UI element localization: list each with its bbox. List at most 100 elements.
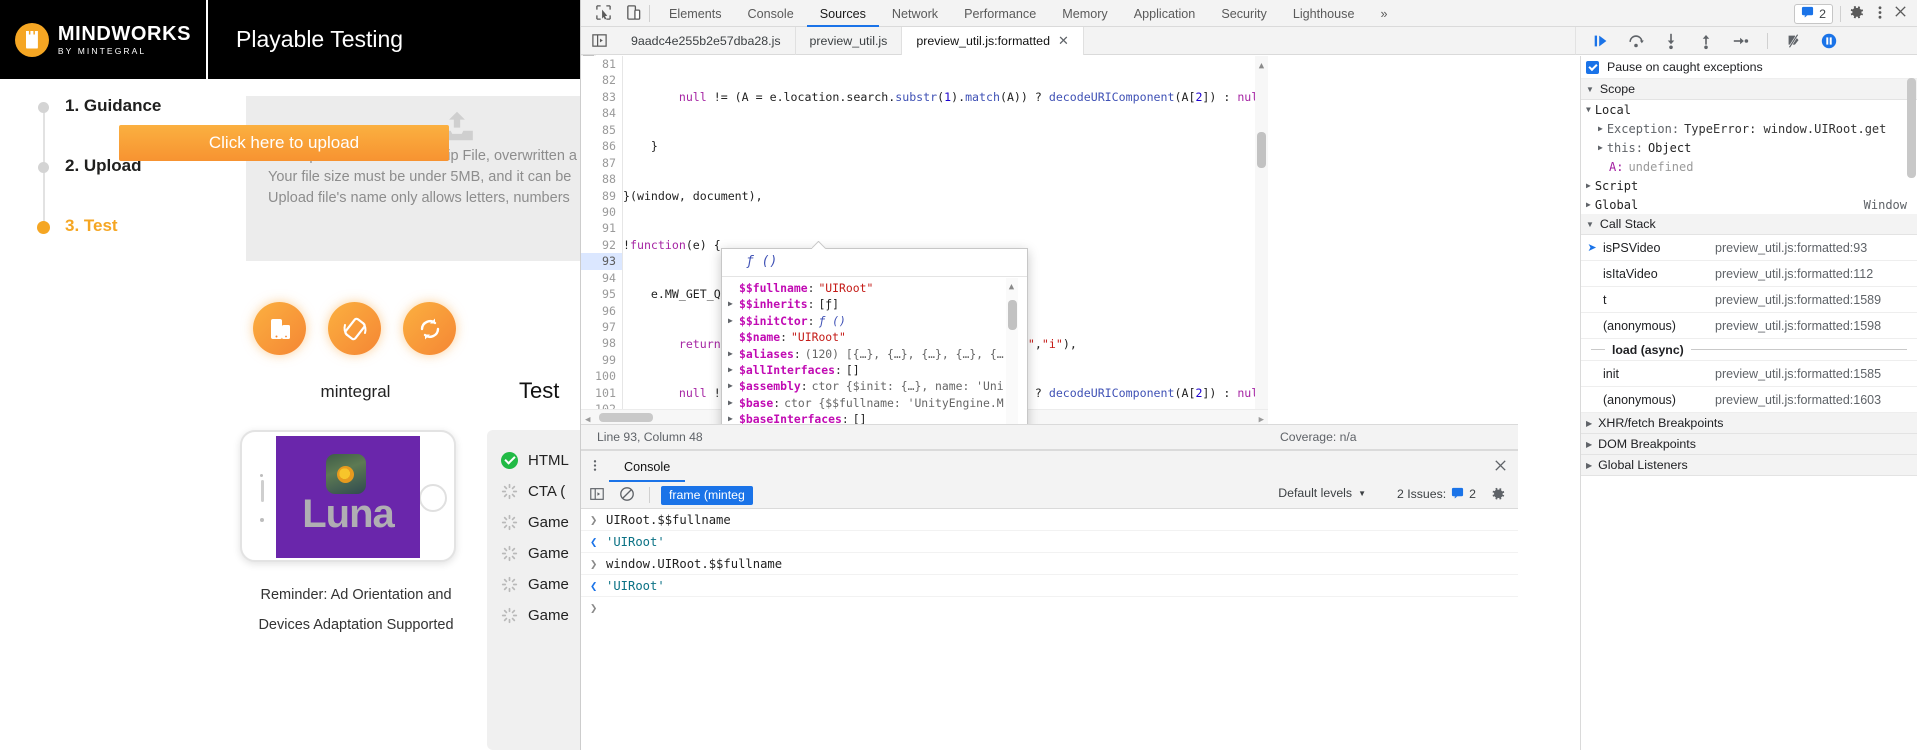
popup-property-row[interactable]: ▶ $assembly: ctor {$init: {…}, name: 'Uni xyxy=(722,378,1011,394)
popup-property-row[interactable]: $$fullname: "UIRoot" xyxy=(722,280,1011,296)
source-tab-bundle[interactable]: 9aadc4e255b2e57dba28.js xyxy=(617,27,796,55)
upload-button[interactable]: Click here to upload xyxy=(119,125,449,161)
source-tab-preview-util[interactable]: preview_util.js xyxy=(796,27,903,55)
popup-property-row[interactable]: ▶ $base: ctor {$$fullname: 'UnityEngine.M xyxy=(722,395,1011,411)
close-icon[interactable] xyxy=(1493,458,1508,478)
tab-security[interactable]: Security xyxy=(1208,0,1280,27)
dom-breakpoints-section-header[interactable]: ▶ DOM Breakpoints xyxy=(1581,434,1917,455)
call-stack-row[interactable]: (anonymous) preview_util.js:formatted:160… xyxy=(1581,387,1917,413)
step-out-icon[interactable] xyxy=(1697,32,1715,50)
step-into-icon[interactable] xyxy=(1662,32,1680,50)
expand-triangle-icon[interactable]: ▶ xyxy=(728,411,739,424)
expand-triangle-icon[interactable]: ▶ xyxy=(728,378,739,394)
chevron-down-icon[interactable]: ▼ xyxy=(1586,105,1591,114)
expand-triangle-icon[interactable]: ▶ xyxy=(728,346,739,362)
scope-row-exception[interactable]: ▶ Exception: TypeError: window.UIRoot.get xyxy=(1581,119,1917,138)
scope-row-this[interactable]: ▶ this: Object xyxy=(1581,138,1917,157)
global-listeners-section-header[interactable]: ▶ Global Listeners xyxy=(1581,455,1917,476)
tab-memory[interactable]: Memory xyxy=(1049,0,1120,27)
scroll-left-arrow[interactable]: ◀ xyxy=(585,412,590,424)
chevron-right-icon[interactable]: ▶ xyxy=(1586,181,1591,190)
show-navigator-icon[interactable] xyxy=(591,32,610,51)
gear-icon[interactable] xyxy=(1848,4,1867,23)
drawer-issues-badge[interactable]: 2 Issues: 2 xyxy=(1397,486,1476,502)
popup-properties[interactable]: $$fullname: "UIRoot" ▶ $$inherits: [ƒ] ▶ $$i… xyxy=(722,278,1011,424)
call-stack-row[interactable]: (anonymous) preview_util.js:formatted:159… xyxy=(1581,313,1917,339)
source-tab-preview-util-formatted[interactable]: preview_util.js:formatted ✕ xyxy=(902,27,1084,55)
console-output[interactable]: ❯ UIRoot.$$fullname ❮ 'UIRoot' ❯ window.UIR… xyxy=(581,509,1518,751)
rotate-device-icon[interactable] xyxy=(328,302,381,355)
popup-property-row[interactable]: ▶ $baseInterfaces:[] xyxy=(722,411,1011,424)
console-context-selector[interactable]: frame (minteg xyxy=(661,485,753,505)
console-prompt[interactable]: ❯ xyxy=(581,597,1518,618)
deactivate-breakpoints-icon[interactable] xyxy=(1785,32,1803,50)
step-over-icon[interactable] xyxy=(1627,32,1645,50)
tab-lighthouse[interactable]: Lighthouse xyxy=(1280,0,1368,27)
editor-hscrollbar-thumb[interactable] xyxy=(599,413,653,422)
scope-section-header[interactable]: ▼ Scope xyxy=(1581,79,1917,100)
issues-badge[interactable]: 2 xyxy=(1794,3,1833,24)
site-logo[interactable]: MINDWORKS BY MINTEGRAL xyxy=(0,0,208,79)
editor-vertical-scrollbar[interactable]: ▲ xyxy=(1255,56,1268,410)
sidebar-vertical-scrollbar[interactable] xyxy=(1906,78,1917,498)
drawer-tab-console[interactable]: Console xyxy=(609,451,685,482)
phone-screen[interactable]: Luna xyxy=(276,436,420,558)
expand-triangle-icon[interactable]: ▶ xyxy=(728,395,739,411)
step-item-upload[interactable]: 2. Upload xyxy=(38,156,208,230)
clear-console-icon[interactable] xyxy=(619,486,638,505)
pause-on-caught-exceptions-row[interactable]: Pause on caught exceptions xyxy=(1581,56,1917,79)
tab-console[interactable]: Console xyxy=(735,0,807,27)
more-options-icon[interactable] xyxy=(1874,4,1886,23)
code-editor[interactable]: 81 82 83 84 85 86 87 88 89 90 91 92 93 9… xyxy=(581,56,1268,424)
refresh-icon[interactable] xyxy=(403,302,456,355)
resume-script-icon[interactable] xyxy=(1592,32,1610,50)
device-preview-icon[interactable] xyxy=(253,302,306,355)
chevron-right-icon[interactable]: ▶ xyxy=(1586,200,1591,209)
close-icon[interactable] xyxy=(1893,4,1912,23)
console-sidebar-icon[interactable] xyxy=(589,486,608,505)
inspect-element-icon[interactable] xyxy=(595,4,614,23)
scroll-up-arrow[interactable]: ▲ xyxy=(1257,58,1266,74)
call-stack-row[interactable]: t preview_util.js:formatted:1589 xyxy=(1581,287,1917,313)
object-preview-popup[interactable]: ƒ () $$fullname: "UIRoot" ▶ $$inherits: [ƒ]… xyxy=(721,248,1028,424)
log-level-selector[interactable]: Default levels ▼ xyxy=(1278,486,1366,500)
step-icon[interactable] xyxy=(1732,32,1750,50)
expand-triangle-icon[interactable]: ▶ xyxy=(728,362,739,378)
step-item-test[interactable]: 3. Test xyxy=(37,216,208,276)
popup-property-row[interactable]: ▶ $aliases: (120) [{…}, {…}, {…}, {…}, {… xyxy=(722,346,1011,362)
xhr-breakpoints-section-header[interactable]: ▶ XHR/fetch Breakpoints xyxy=(1581,413,1917,434)
scope-row-global[interactable]: ▶ Global Window xyxy=(1581,195,1917,214)
popup-property-row[interactable]: ▶ $$initCtor: ƒ () xyxy=(722,313,1011,329)
scroll-right-arrow[interactable]: ▶ xyxy=(1259,412,1264,424)
scope-row-script[interactable]: ▶ Script xyxy=(1581,176,1917,195)
more-tabs-icon[interactable]: » xyxy=(1367,0,1400,27)
chevron-right-icon[interactable]: ▶ xyxy=(1598,143,1603,152)
pause-on-exceptions-icon[interactable] xyxy=(1820,32,1838,50)
drawer-more-icon[interactable] xyxy=(581,458,609,475)
call-stack-row[interactable]: init preview_util.js:formatted:1585 xyxy=(1581,361,1917,387)
sidebar-vscrollbar-thumb[interactable] xyxy=(1907,78,1916,178)
scope-row-local[interactable]: ▼ Local xyxy=(1581,100,1917,119)
popup-property-row[interactable]: ▶ $$inherits: [ƒ] xyxy=(722,296,1011,312)
editor-vscrollbar-thumb[interactable] xyxy=(1257,132,1266,168)
tab-sources[interactable]: Sources xyxy=(807,0,879,27)
device-toolbar-icon[interactable] xyxy=(625,4,644,23)
chevron-right-icon[interactable]: ▶ xyxy=(1598,124,1603,133)
popup-vscrollbar-thumb[interactable] xyxy=(1008,300,1017,330)
popup-property-row[interactable]: ▶ $allInterfaces:[] xyxy=(722,362,1011,378)
scroll-up-arrow[interactable]: ▲ xyxy=(1007,279,1016,295)
call-stack-row-current[interactable]: ➤ isPSVideo preview_util.js:formatted:93 xyxy=(1581,235,1917,261)
popup-property-row[interactable]: $$name: "UIRoot" xyxy=(722,329,1011,345)
scope-row-a[interactable]: A: undefined xyxy=(1581,157,1917,176)
popup-vertical-scrollbar[interactable]: ▲ ▼ xyxy=(1006,278,1018,424)
gear-icon[interactable] xyxy=(1490,486,1506,507)
expand-triangle-icon[interactable]: ▶ xyxy=(728,313,739,329)
call-stack-row[interactable]: isItaVideo preview_util.js:formatted:112 xyxy=(1581,261,1917,287)
tab-performance[interactable]: Performance xyxy=(951,0,1049,27)
tab-network[interactable]: Network xyxy=(879,0,951,27)
tab-elements[interactable]: Elements xyxy=(656,0,735,27)
call-stack-section-header[interactable]: ▼ Call Stack xyxy=(1581,214,1917,235)
expand-triangle-icon[interactable]: ▶ xyxy=(728,296,739,312)
tab-application[interactable]: Application xyxy=(1121,0,1209,27)
close-icon[interactable]: ✕ xyxy=(1058,33,1069,49)
